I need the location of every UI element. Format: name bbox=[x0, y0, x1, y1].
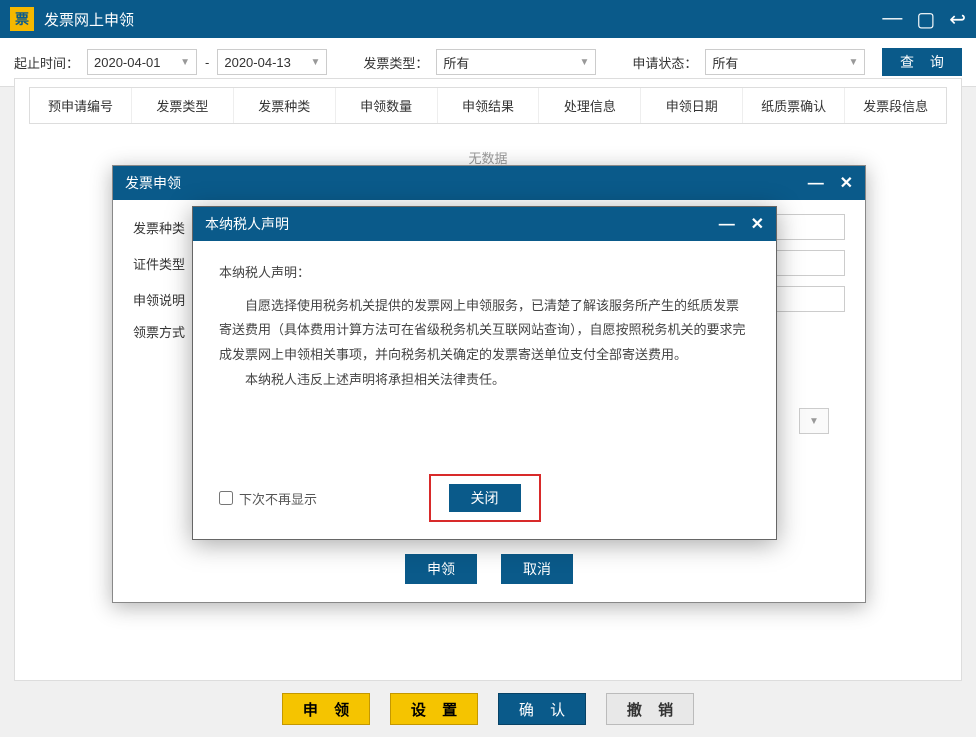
caret-down-icon: ▼ bbox=[848, 57, 858, 68]
bottom-action-bar: 申 领 设 置 确 认 撤 销 bbox=[0, 693, 976, 725]
invoice-type-value: 所有 bbox=[443, 53, 469, 72]
col-apply-result: 申领结果 bbox=[438, 88, 540, 123]
declaration-minimize-icon[interactable]: — bbox=[719, 216, 735, 233]
app-logo: 票 bbox=[10, 7, 34, 31]
apply-status-value: 所有 bbox=[712, 53, 738, 72]
extra-dropdown[interactable]: ▼ bbox=[799, 408, 829, 434]
confirm-button[interactable]: 确 认 bbox=[498, 693, 586, 725]
revoke-button[interactable]: 撤 销 bbox=[606, 693, 694, 725]
window-titlebar: 票 发票网上申领 — ▢ ↩ bbox=[0, 0, 976, 38]
caret-down-icon: ▼ bbox=[310, 57, 320, 68]
taxpayer-declaration-dialog: 本纳税人声明 — ✕ 本纳税人声明： 自愿选择使用税务机关提供的发票网上申领服务… bbox=[192, 206, 777, 540]
back-icon[interactable]: ↩ bbox=[949, 7, 966, 32]
dialog-title: 发票申领 bbox=[125, 173, 796, 193]
highlight-box: 关闭 bbox=[429, 474, 541, 522]
invoice-type-select[interactable]: 所有 ▼ bbox=[436, 49, 596, 75]
window-title: 发票网上申领 bbox=[44, 9, 882, 30]
dialog-cancel-button[interactable]: 取消 bbox=[501, 554, 573, 584]
date-dash: - bbox=[205, 55, 209, 70]
col-apply-date: 申领日期 bbox=[641, 88, 743, 123]
col-process-info: 处理信息 bbox=[539, 88, 641, 123]
declaration-close-button[interactable]: 关闭 bbox=[449, 484, 521, 512]
maximize-icon[interactable]: ▢ bbox=[916, 7, 935, 32]
query-button[interactable]: 查 询 bbox=[882, 48, 962, 76]
caret-down-icon: ▼ bbox=[180, 57, 190, 68]
declaration-heading: 本纳税人声明： bbox=[219, 261, 750, 286]
col-invoice-type: 发票类型 bbox=[132, 88, 234, 123]
col-invoice-kind: 发票种类 bbox=[234, 88, 336, 123]
table-header-row: 预申请编号 发票类型 发票种类 申领数量 申领结果 处理信息 申领日期 纸质票确… bbox=[29, 87, 947, 124]
receive-method-label: 领票方式 bbox=[133, 322, 197, 341]
apply-explain-label: 申领说明 bbox=[133, 290, 197, 309]
declaration-title: 本纳税人声明 bbox=[205, 214, 707, 234]
declaration-header: 本纳税人声明 — ✕ bbox=[193, 207, 776, 241]
dialog-apply-button[interactable]: 申领 bbox=[405, 554, 477, 584]
invoice-kind-label: 发票种类 bbox=[133, 218, 197, 237]
dialog-close-icon[interactable]: ✕ bbox=[840, 175, 853, 192]
declaration-paragraph-1: 自愿选择使用税务机关提供的发票网上申领服务，已清楚了解该服务所产生的纸质发票寄送… bbox=[219, 294, 750, 368]
minimize-icon[interactable]: — bbox=[882, 7, 902, 32]
apply-status-label: 申请状态： bbox=[632, 53, 697, 72]
apply-button[interactable]: 申 领 bbox=[282, 693, 370, 725]
col-paper-confirm: 纸质票确认 bbox=[743, 88, 845, 123]
settings-button[interactable]: 设 置 bbox=[390, 693, 478, 725]
col-segment-info: 发票段信息 bbox=[845, 88, 946, 123]
caret-down-icon: ▼ bbox=[579, 57, 589, 68]
date-range-label: 起止时间： bbox=[14, 53, 79, 72]
date-from-value: 2020-04-01 bbox=[94, 55, 161, 70]
invoice-type-label: 发票类型： bbox=[363, 53, 428, 72]
date-to-input[interactable]: 2020-04-13 ▼ bbox=[217, 49, 327, 75]
col-preapply-no: 预申请编号 bbox=[30, 88, 132, 123]
date-from-input[interactable]: 2020-04-01 ▼ bbox=[87, 49, 197, 75]
id-type-label: 证件类型 bbox=[133, 254, 197, 273]
dont-show-again-checkbox[interactable]: 下次不再显示 bbox=[219, 489, 317, 508]
date-to-value: 2020-04-13 bbox=[224, 55, 291, 70]
dont-show-label: 下次不再显示 bbox=[239, 489, 317, 508]
declaration-close-icon[interactable]: ✕ bbox=[751, 216, 764, 233]
dialog-header: 发票申领 — ✕ bbox=[113, 166, 865, 200]
col-apply-qty: 申领数量 bbox=[336, 88, 438, 123]
dialog-minimize-icon[interactable]: — bbox=[808, 175, 824, 192]
dont-show-checkbox-input[interactable] bbox=[219, 491, 233, 505]
apply-status-select[interactable]: 所有 ▼ bbox=[705, 49, 865, 75]
declaration-paragraph-2: 本纳税人违反上述声明将承担相关法律责任。 bbox=[219, 368, 750, 393]
